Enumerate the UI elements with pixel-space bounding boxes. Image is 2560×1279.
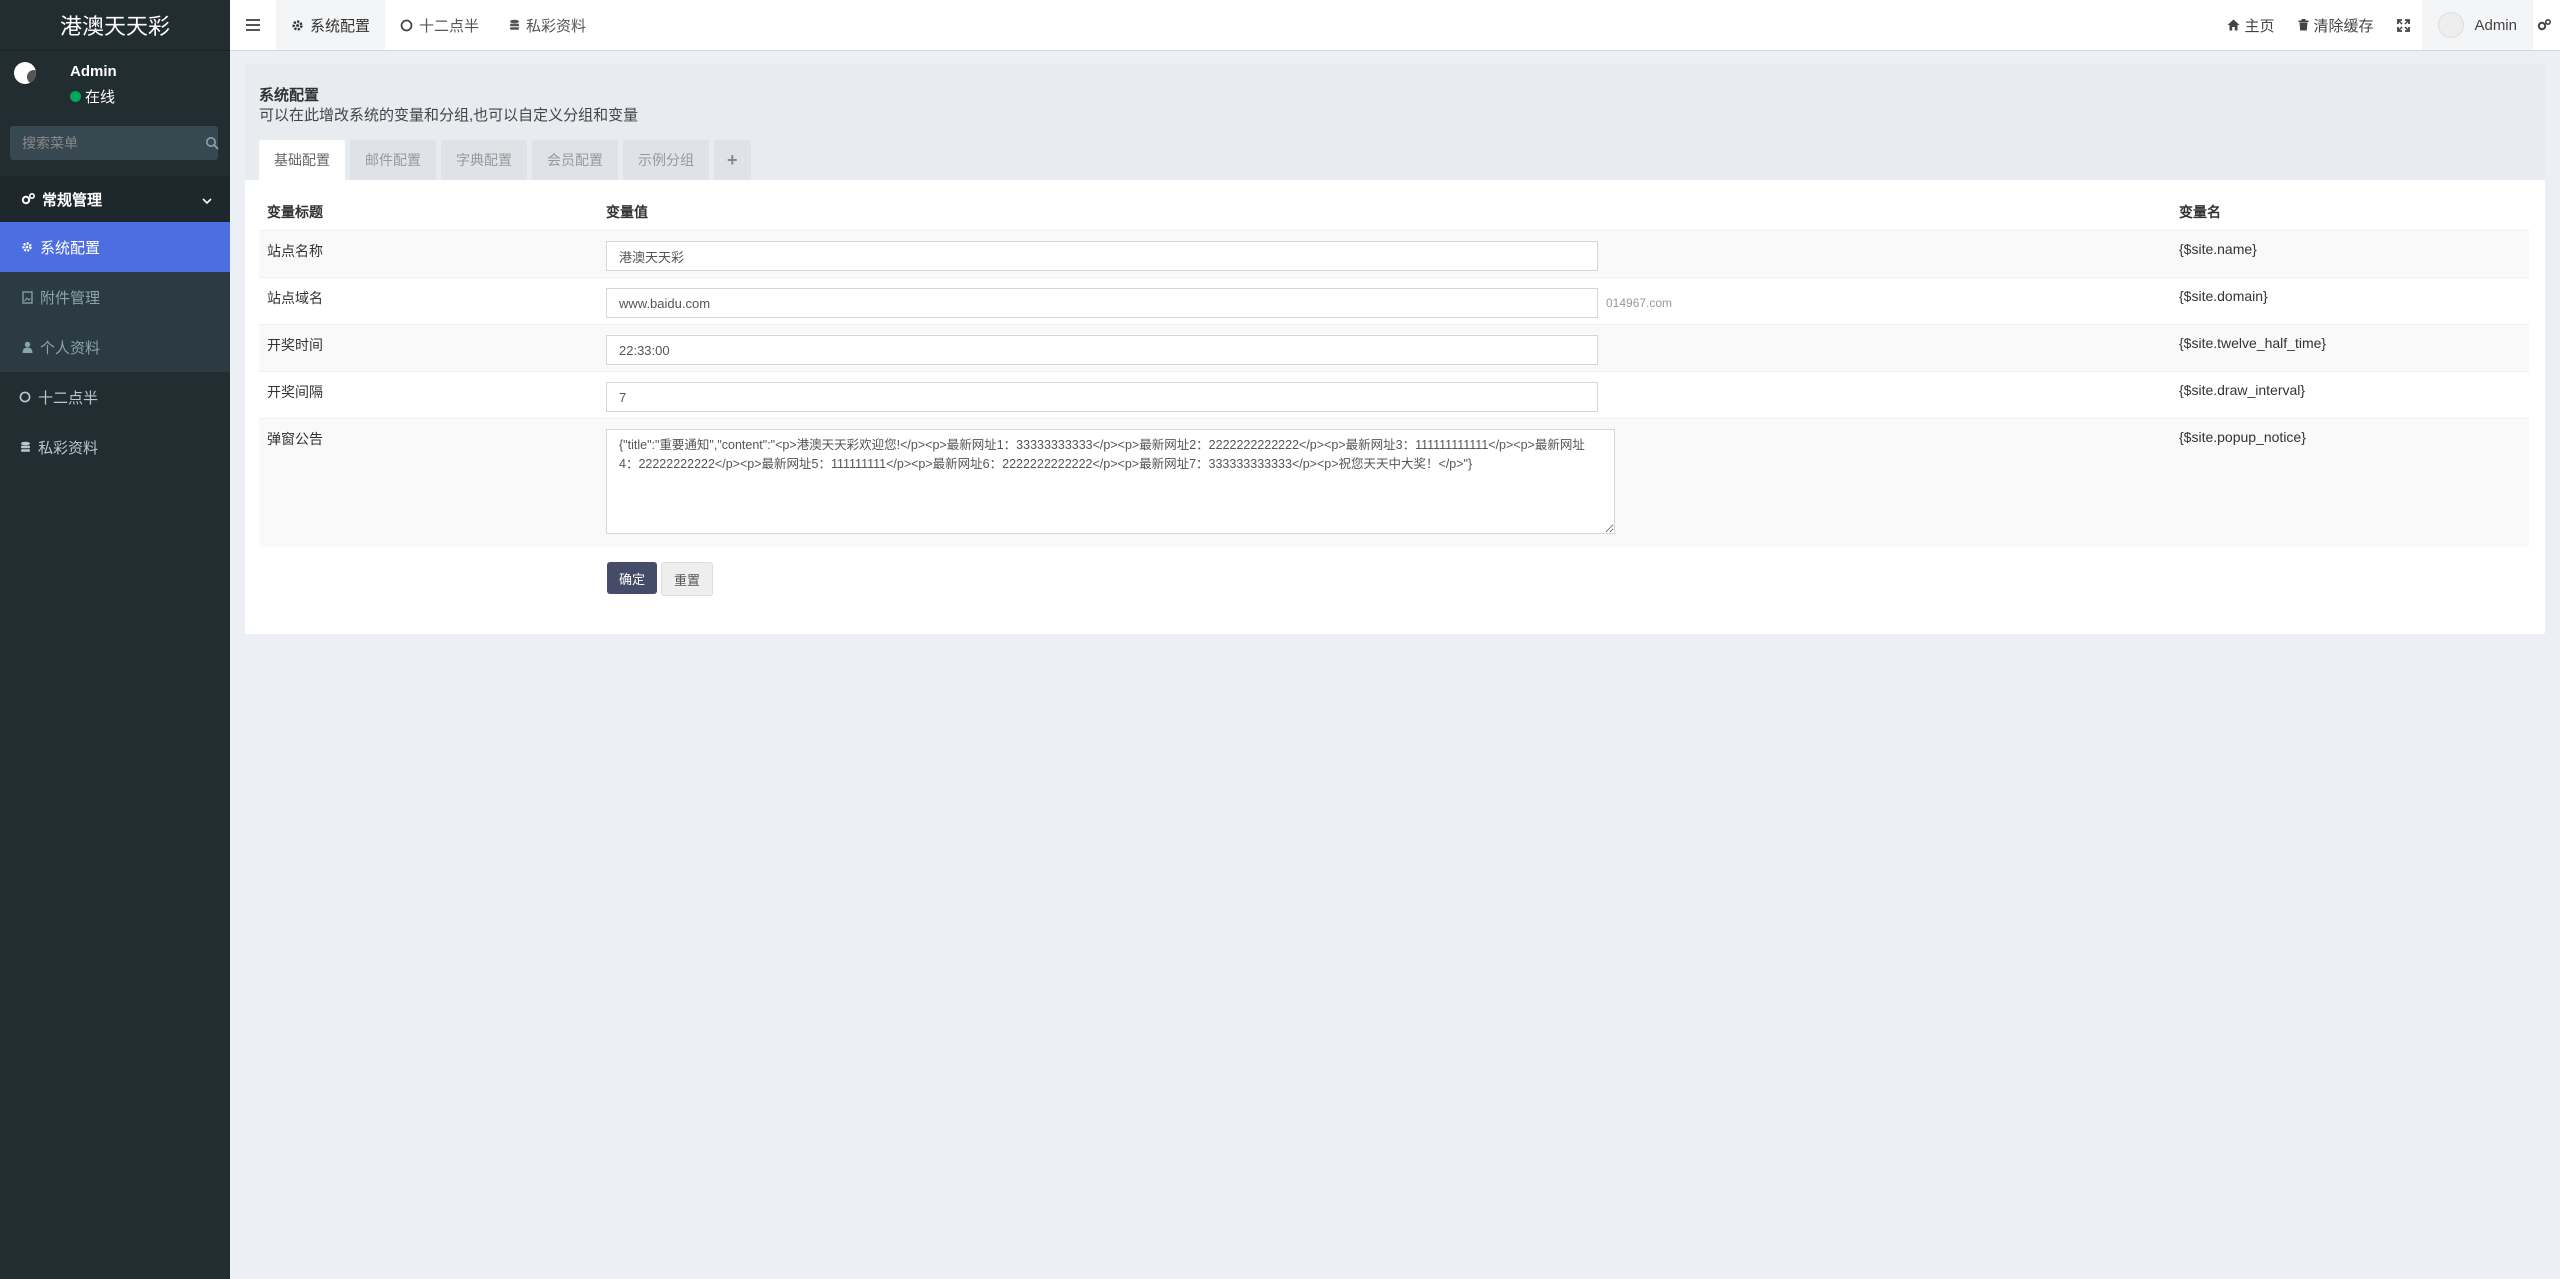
row-value-cell <box>598 371 2171 419</box>
table-row: 开奖间隔 {$site.draw_interval} <box>259 371 2529 419</box>
clear-cache-label: 清除缓存 <box>2313 17 2374 35</box>
config-tabs: 基础配置 邮件配置 字典配置 会员配置 示例分组 + <box>259 140 756 180</box>
panel-description: 可以在此增改系统的变量和分组,也可以自定义分组和变量 <box>259 107 639 124</box>
sidebar-menu: 常规管理 系统配置 附件管理 个人资料 十二点半 私彩资料 <box>0 176 230 472</box>
draw-interval-input[interactable] <box>606 382 1598 412</box>
sidebar-item-label: 十二点半 <box>38 389 99 407</box>
home-label: 主页 <box>2244 17 2275 35</box>
table-row: 站点域名 014967.com {$site.domain} <box>259 277 2529 325</box>
sidebar-group-label: 常规管理 <box>42 191 103 209</box>
user-name: Admin <box>70 63 117 80</box>
avatar <box>14 62 36 84</box>
sidebar-item-profile[interactable]: 个人资料 <box>0 322 230 372</box>
table-row: 开奖时间 {$site.twelve_half_time} <box>259 324 2529 372</box>
top-navbar: 系统配置 十二点半 私彩资料 主页 清除缓存 Admin <box>230 0 2560 51</box>
tab-private-data[interactable]: 私彩资料 <box>494 0 601 50</box>
fullscreen-icon[interactable] <box>2385 0 2422 50</box>
tab-member-config[interactable]: 会员配置 <box>532 140 618 180</box>
home-icon <box>2227 19 2240 31</box>
app-logo[interactable]: 港澳天天彩 <box>0 0 230 51</box>
config-table: 变量标题 变量值 变量名 站点名称 {$site.name} 站点域名 0149… <box>259 194 2529 547</box>
sidebar-item-label: 私彩资料 <box>38 439 99 457</box>
table-header-row: 变量标题 变量值 变量名 <box>259 194 2529 231</box>
online-dot-icon <box>70 91 81 102</box>
site-domain-input[interactable] <box>606 288 1598 318</box>
tab-dictionary-config[interactable]: 字典配置 <box>441 140 527 180</box>
row-var-name: {$site.name} <box>2171 230 2529 278</box>
draw-time-input[interactable] <box>606 335 1598 365</box>
add-group-button[interactable]: + <box>714 140 751 180</box>
sidebar-item-label: 系统配置 <box>40 239 101 257</box>
row-title: 站点名称 <box>259 230 598 278</box>
cogs-icon <box>21 192 36 206</box>
sidebar-search <box>10 125 219 161</box>
sidebar-item-system-config[interactable]: 系统配置 <box>0 222 230 272</box>
row-value-cell: 014967.com <box>598 277 2171 325</box>
row-value-cell <box>598 230 2171 278</box>
sidebar-item-label: 个人资料 <box>40 339 101 357</box>
sidebar-toggle-icon[interactable] <box>230 0 276 50</box>
tab-label: 系统配置 <box>310 17 371 35</box>
row-title: 开奖间隔 <box>259 371 598 419</box>
sidebar-search-input[interactable] <box>10 125 205 161</box>
sidebar-item-twelve-half[interactable]: 十二点半 <box>0 372 230 422</box>
config-panel: 系统配置 可以在此增改系统的变量和分组,也可以自定义分组和变量 基础配置 邮件配… <box>245 64 2545 634</box>
user-icon <box>20 340 34 354</box>
sidebar-item-private-data[interactable]: 私彩资料 <box>0 422 230 472</box>
column-header-name: 变量名 <box>2179 204 2221 220</box>
circle-icon <box>18 390 32 404</box>
form-buttons: 确定 重置 <box>607 562 717 596</box>
sidebar-group-general[interactable]: 常规管理 <box>0 176 230 222</box>
tab-email-config[interactable]: 邮件配置 <box>350 140 436 180</box>
avatar <box>2438 12 2465 38</box>
user-menu-label: Admin <box>2474 16 2517 34</box>
table-row: 弹窗公告 {"title":"重要通知","content":"<p>港澳天天彩… <box>259 418 2529 547</box>
user-status-label: 在线 <box>85 89 116 106</box>
top-right-toolbar: 主页 清除缓存 Admin <box>2215 0 2560 50</box>
database-icon <box>18 440 32 454</box>
table-row: 站点名称 {$site.name} <box>259 230 2529 278</box>
panel-heading: 系统配置 可以在此增改系统的变量和分组,也可以自定义分组和变量 基础配置 邮件配… <box>245 64 2545 180</box>
circle-icon <box>400 19 413 32</box>
gear-icon <box>20 240 34 254</box>
column-header-title: 变量标题 <box>267 204 323 220</box>
settings-icon[interactable] <box>2533 0 2560 50</box>
tab-label: 十二点半 <box>419 17 480 35</box>
home-link[interactable]: 主页 <box>2215 0 2286 50</box>
sidebar-item-attachments[interactable]: 附件管理 <box>0 272 230 322</box>
tab-system-config[interactable]: 系统配置 <box>276 0 386 50</box>
row-var-name: {$site.domain} <box>2171 277 2529 325</box>
row-title: 开奖时间 <box>259 324 598 372</box>
column-header-value: 变量值 <box>606 204 648 220</box>
submit-button[interactable]: 确定 <box>607 562 658 594</box>
popup-notice-textarea[interactable]: {"title":"重要通知","content":"<p>港澳天天彩欢迎您!<… <box>606 429 1615 534</box>
tab-label: 私彩资料 <box>526 17 587 35</box>
row-var-name: {$site.draw_interval} <box>2171 371 2529 419</box>
clear-cache-button[interactable]: 清除缓存 <box>2286 0 2385 50</box>
reset-button[interactable]: 重置 <box>661 562 714 596</box>
row-var-name: {$site.popup_notice} <box>2171 418 2529 547</box>
chevron-down-icon <box>202 192 212 209</box>
tab-twelve-half[interactable]: 十二点半 <box>385 0 494 50</box>
panel-title: 系统配置 <box>259 87 320 104</box>
sidebar-submenu: 系统配置 附件管理 个人资料 <box>0 222 230 372</box>
database-icon <box>509 19 520 32</box>
user-status: 在线 <box>70 86 115 107</box>
trash-icon <box>2298 19 2309 31</box>
sidebar-item-label: 附件管理 <box>40 289 101 307</box>
row-title: 弹窗公告 <box>259 418 598 547</box>
tab-example-group[interactable]: 示例分组 <box>623 140 709 180</box>
tab-basic-config[interactable]: 基础配置 <box>259 140 345 180</box>
row-value-cell: {"title":"重要通知","content":"<p>港澳天天彩欢迎您!<… <box>598 418 2171 547</box>
row-var-name: {$site.twelve_half_time} <box>2171 324 2529 372</box>
site-name-input[interactable] <box>606 241 1598 271</box>
file-image-icon <box>20 290 34 304</box>
user-menu[interactable]: Admin <box>2422 0 2533 50</box>
domain-hint: 014967.com <box>1606 296 1673 310</box>
row-title: 站点域名 <box>259 277 598 325</box>
sidebar: 港澳天天彩 Admin 在线 常规管理 系统配置 <box>0 0 230 1279</box>
gear-icon <box>291 19 304 32</box>
row-value-cell <box>598 324 2171 372</box>
search-icon[interactable] <box>205 126 219 160</box>
